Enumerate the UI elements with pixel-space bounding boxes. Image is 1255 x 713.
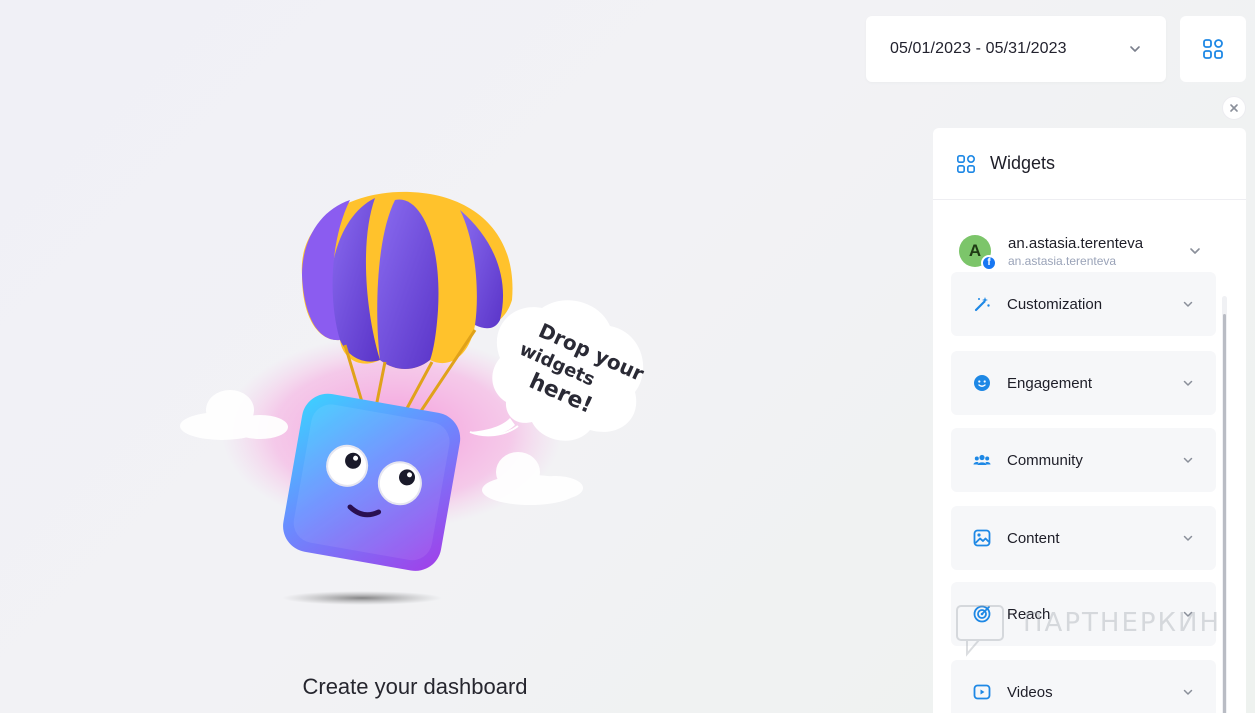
close-icon	[1230, 104, 1238, 112]
chevron-down-icon	[1183, 689, 1193, 695]
chevron-down-icon	[1130, 46, 1140, 52]
category-videos[interactable]: Videos	[951, 660, 1216, 713]
empty-state-caption: Create your dashboard	[302, 674, 528, 699]
category-label: Customization	[1007, 295, 1103, 313]
date-range-value: 05/01/2023 - 05/31/2023	[890, 40, 1067, 57]
magic-wand-icon	[973, 295, 991, 313]
grid-icon	[957, 154, 975, 173]
chevron-down-icon	[1183, 611, 1193, 617]
widgets-panel-title: Widgets	[990, 153, 1056, 173]
avatar: A f	[959, 235, 997, 271]
category-reach[interactable]: Reach	[951, 582, 1216, 646]
category-content[interactable]: Content	[951, 506, 1216, 570]
avatar-letter: A	[968, 241, 982, 260]
date-range-picker[interactable]: 05/01/2023 - 05/31/2023	[866, 16, 1166, 82]
chevron-down-icon	[1183, 535, 1193, 541]
chevron-down-icon	[1190, 248, 1200, 254]
scrollbar-thumb[interactable]	[1223, 314, 1226, 713]
image-icon	[973, 529, 991, 547]
grid-icon	[1203, 39, 1223, 59]
widgets-panel: Widgets A f an.astasia.terenteva an.asta…	[933, 128, 1246, 713]
chevron-down-icon	[1183, 457, 1193, 463]
widgets-panel-header: Widgets	[933, 128, 1246, 200]
chevron-down-icon	[1183, 301, 1193, 307]
account-selector[interactable]: A f an.astasia.terenteva an.astasia.tere…	[933, 228, 1246, 274]
category-label: Reach	[1007, 605, 1051, 623]
widgets-toggle-button[interactable]	[1180, 16, 1246, 82]
close-panel-button[interactable]	[1222, 96, 1246, 120]
play-icon	[973, 683, 991, 701]
category-community[interactable]: Community	[951, 428, 1216, 492]
category-label: Engagement	[1007, 374, 1093, 392]
smile-icon	[973, 374, 991, 392]
facebook-icon: f	[981, 255, 997, 271]
empty-dashboard-illustration: Drop your widgets here!	[170, 180, 670, 620]
chevron-down-icon	[1183, 380, 1193, 386]
category-label: Content	[1007, 529, 1060, 547]
category-engagement[interactable]: Engagement	[951, 351, 1216, 415]
category-label: Community	[1007, 451, 1083, 469]
people-icon	[973, 451, 991, 469]
category-label: Videos	[1007, 683, 1053, 701]
account-name: an.astasia.terenteva	[1008, 234, 1144, 252]
account-subtitle: an.astasia.terenteva	[1008, 253, 1117, 268]
category-customization[interactable]: Customization	[951, 272, 1216, 336]
target-icon	[973, 605, 991, 623]
